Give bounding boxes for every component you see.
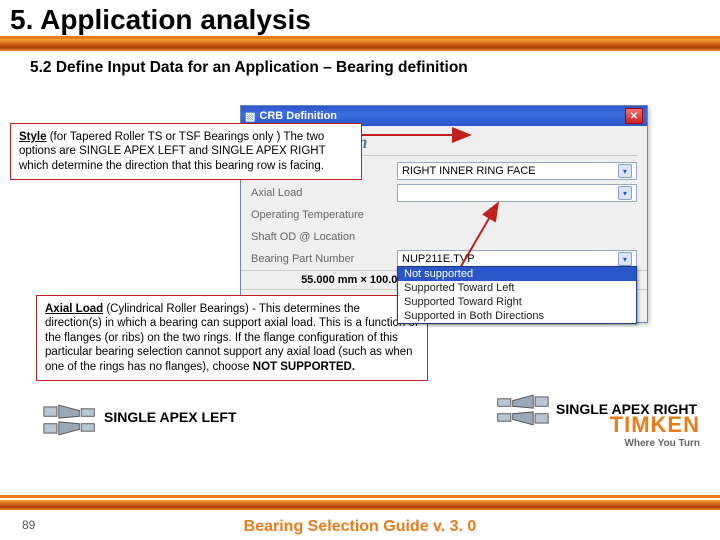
chevron-down-icon[interactable]: ▾ — [618, 186, 632, 200]
callout-term: Axial Load — [45, 303, 103, 315]
callout-emphasis: NOT SUPPORTED. — [253, 361, 355, 373]
field-label: Shaft OD @ Location — [251, 231, 391, 243]
slide-title: 5. Application analysis — [0, 0, 720, 39]
footer-rule — [0, 495, 720, 498]
axial-load-combo[interactable]: ▾ — [397, 184, 637, 202]
brand-name: TIMKEN — [610, 412, 700, 438]
field-label: Axial Load — [251, 187, 391, 199]
callout-style: Style (for Tapered Roller TS or TSF Bear… — [10, 123, 362, 180]
apex-left-label: SINGLE APEX LEFT — [104, 409, 237, 425]
dropdown-option[interactable]: Supported Toward Right — [398, 295, 636, 309]
title-divider — [0, 39, 720, 51]
dropdown-option[interactable]: Not supported — [398, 267, 636, 281]
shaft-od-value — [397, 228, 637, 246]
field-label: Operating Temperature — [251, 209, 391, 221]
callout-text: (for Tapered Roller TS or TSF Bearings o… — [19, 131, 325, 172]
dropdown-option[interactable]: Supported in Both Directions — [398, 309, 636, 323]
single-apex-right-icon — [494, 391, 550, 429]
field-operating-temperature: Operating Temperature — [241, 204, 647, 226]
field-label: Bearing Part Number — [251, 253, 391, 265]
field-shaft-od: Shaft OD @ Location — [241, 226, 647, 248]
footer-strip — [0, 500, 720, 510]
chevron-down-icon[interactable]: ▾ — [618, 252, 632, 266]
brand-logo: TIMKEN Where You Turn — [610, 412, 700, 449]
combo-value: RIGHT INNER RING FACE — [402, 165, 536, 177]
callout-term: Style — [19, 131, 47, 143]
close-icon[interactable]: ✕ — [625, 108, 643, 124]
location-reference-combo[interactable]: RIGHT INNER RING FACE ▾ — [397, 162, 637, 180]
footer-title: Bearing Selection Guide v. 3. 0 — [0, 518, 720, 536]
axial-load-dropdown: Not supported Supported Toward Left Supp… — [397, 266, 637, 324]
callout-axial-load: Axial Load (Cylindrical Roller Bearings)… — [36, 295, 428, 381]
window-icon: ▧ — [245, 110, 255, 123]
operating-temperature-value — [397, 206, 637, 224]
chevron-down-icon[interactable]: ▾ — [618, 164, 632, 178]
section-subheading: 5.2 Define Input Data for an Application… — [0, 51, 720, 83]
dropdown-option[interactable]: Supported Toward Left — [398, 281, 636, 295]
single-apex-left-icon — [42, 401, 98, 439]
window-title: CRB Definition — [259, 110, 337, 122]
content-area: ▧ CRB Definition ✕ CRB Definition ection… — [0, 83, 720, 453]
slide-footer: TIMKEN Where You Turn 89 Bearing Selecti… — [0, 460, 720, 540]
field-axial-load: Axial Load ▾ Not supported Supported Tow… — [241, 182, 647, 204]
brand-tagline: Where You Turn — [610, 438, 700, 449]
combo-value: NUP211E.TVP — [402, 253, 475, 265]
